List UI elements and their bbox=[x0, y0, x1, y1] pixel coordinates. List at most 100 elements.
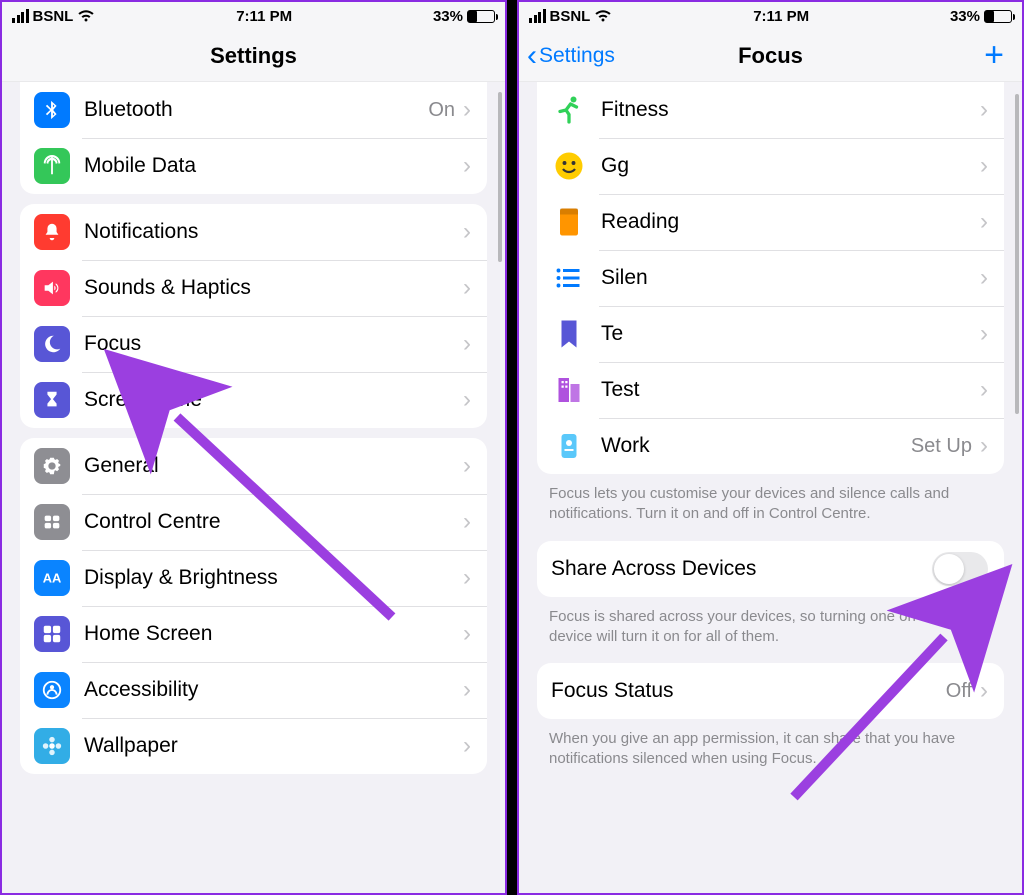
focus-row-reading[interactable]: Reading› bbox=[537, 194, 1004, 250]
focus-row-gg[interactable]: Gg› bbox=[537, 138, 1004, 194]
settings-row-mobile-data[interactable]: Mobile Data› bbox=[20, 138, 487, 194]
chevron-right-icon: › bbox=[463, 676, 471, 704]
share-across-devices-row[interactable]: Share Across Devices bbox=[537, 541, 1004, 597]
focus-row-fitness[interactable]: Fitness› bbox=[537, 82, 1004, 138]
page-title: Focus bbox=[738, 43, 803, 69]
row-label: Screen Time bbox=[84, 388, 463, 412]
settings-row-focus[interactable]: Focus› bbox=[20, 316, 487, 372]
settings-row-home-screen[interactable]: Home Screen› bbox=[20, 606, 487, 662]
svg-text:AA: AA bbox=[43, 571, 62, 586]
status-group: Focus Status Off › bbox=[537, 663, 1004, 719]
chevron-right-icon: › bbox=[980, 208, 988, 236]
battery-icon bbox=[984, 10, 1012, 23]
navbar-settings: Settings bbox=[2, 30, 505, 82]
chevron-right-icon: › bbox=[463, 96, 471, 124]
clock: 7:11 PM bbox=[236, 8, 292, 25]
row-label: General bbox=[84, 454, 463, 478]
focus-footer-1: Focus lets you customise your devices an… bbox=[519, 474, 1022, 531]
silen-icon bbox=[551, 260, 587, 296]
reading-icon bbox=[551, 204, 587, 240]
test-icon bbox=[551, 372, 587, 408]
chevron-right-icon: › bbox=[980, 320, 988, 348]
share-toggle[interactable] bbox=[932, 552, 988, 586]
control-centre-icon bbox=[34, 504, 70, 540]
status-bar: BSNL 7:11 PM 33% bbox=[2, 2, 505, 30]
settings-row-display-brightness[interactable]: AADisplay & Brightness› bbox=[20, 550, 487, 606]
chevron-right-icon: › bbox=[980, 264, 988, 292]
settings-row-notifications[interactable]: Notifications› bbox=[20, 204, 487, 260]
settings-row-control-centre[interactable]: Control Centre› bbox=[20, 494, 487, 550]
focus-row-te[interactable]: Te› bbox=[537, 306, 1004, 362]
chevron-right-icon: › bbox=[463, 732, 471, 760]
add-focus-button[interactable]: + bbox=[984, 30, 1004, 81]
share-group: Share Across Devices bbox=[537, 541, 1004, 597]
chevron-left-icon: ‹ bbox=[527, 41, 537, 71]
row-label: Test bbox=[601, 378, 980, 402]
signal-icon bbox=[529, 9, 546, 23]
settings-row-bluetooth[interactable]: BluetoothOn› bbox=[20, 82, 487, 138]
focus-icon bbox=[34, 326, 70, 362]
display-brightness-icon: AA bbox=[34, 560, 70, 596]
right-screenshot: BSNL 7:11 PM 33% ‹ Settings Focus + Fitn… bbox=[517, 0, 1024, 895]
scroll-indicator[interactable] bbox=[1015, 94, 1019, 414]
focus-row-silen[interactable]: Silen› bbox=[537, 250, 1004, 306]
battery-icon bbox=[467, 10, 495, 23]
focus-content[interactable]: Fitness›Gg›Reading›Silen›Te›Test›WorkSet… bbox=[519, 82, 1022, 895]
row-label: Te bbox=[601, 322, 980, 346]
row-label: Gg bbox=[601, 154, 980, 178]
mobile-data-icon bbox=[34, 148, 70, 184]
focus-modes-group: Fitness›Gg›Reading›Silen›Te›Test›WorkSet… bbox=[537, 82, 1004, 474]
chevron-right-icon: › bbox=[463, 218, 471, 246]
row-label: Mobile Data bbox=[84, 154, 463, 178]
row-label: Sounds & Haptics bbox=[84, 276, 463, 300]
scroll-indicator[interactable] bbox=[498, 92, 502, 262]
left-screenshot: BSNL 7:11 PM 33% Settings BluetoothOn›Mo… bbox=[0, 0, 507, 895]
chevron-right-icon: › bbox=[463, 620, 471, 648]
focus-row-work[interactable]: WorkSet Up› bbox=[537, 418, 1004, 474]
sounds-haptics-icon bbox=[34, 270, 70, 306]
chevron-right-icon: › bbox=[463, 330, 471, 358]
row-label: Wallpaper bbox=[84, 734, 463, 758]
back-button[interactable]: ‹ Settings bbox=[527, 30, 615, 81]
wifi-icon bbox=[594, 9, 612, 23]
page-title: Settings bbox=[210, 43, 297, 69]
chevron-right-icon: › bbox=[980, 152, 988, 180]
chevron-right-icon: › bbox=[463, 452, 471, 480]
chevron-right-icon: › bbox=[463, 152, 471, 180]
chevron-right-icon: › bbox=[980, 432, 988, 460]
chevron-right-icon: › bbox=[980, 96, 988, 124]
settings-row-wallpaper[interactable]: Wallpaper› bbox=[20, 718, 487, 774]
row-label: Reading bbox=[601, 210, 980, 234]
row-label: Accessibility bbox=[84, 678, 463, 702]
settings-row-general[interactable]: General› bbox=[20, 438, 487, 494]
row-label: Silen bbox=[601, 266, 980, 290]
fitness-icon bbox=[551, 92, 587, 128]
focus-row-test[interactable]: Test› bbox=[537, 362, 1004, 418]
row-value: Set Up bbox=[911, 435, 972, 458]
status-value: Off bbox=[946, 680, 972, 703]
settings-row-screen-time[interactable]: Screen Time› bbox=[20, 372, 487, 428]
row-label: Notifications bbox=[84, 220, 463, 244]
row-label: Focus bbox=[84, 332, 463, 356]
navbar-focus: ‹ Settings Focus + bbox=[519, 30, 1022, 82]
status-label: Focus Status bbox=[551, 679, 946, 703]
clock: 7:11 PM bbox=[753, 8, 809, 25]
carrier-label: BSNL bbox=[550, 8, 591, 25]
row-label: Bluetooth bbox=[84, 98, 428, 122]
settings-row-sounds-haptics[interactable]: Sounds & Haptics› bbox=[20, 260, 487, 316]
gg-icon bbox=[551, 148, 587, 184]
chevron-right-icon: › bbox=[463, 386, 471, 414]
settings-row-accessibility[interactable]: Accessibility› bbox=[20, 662, 487, 718]
chevron-right-icon: › bbox=[980, 376, 988, 404]
home-screen-icon bbox=[34, 616, 70, 652]
chevron-right-icon: › bbox=[463, 274, 471, 302]
battery-percent: 33% bbox=[433, 8, 463, 25]
back-label: Settings bbox=[539, 44, 615, 68]
chevron-right-icon: › bbox=[463, 564, 471, 592]
work-icon bbox=[551, 428, 587, 464]
chevron-right-icon: › bbox=[463, 508, 471, 536]
focus-footer-3: When you give an app permission, it can … bbox=[519, 719, 1022, 776]
row-label: Home Screen bbox=[84, 622, 463, 646]
settings-content[interactable]: BluetoothOn›Mobile Data›Notifications›So… bbox=[2, 82, 505, 895]
focus-status-row[interactable]: Focus Status Off › bbox=[537, 663, 1004, 719]
